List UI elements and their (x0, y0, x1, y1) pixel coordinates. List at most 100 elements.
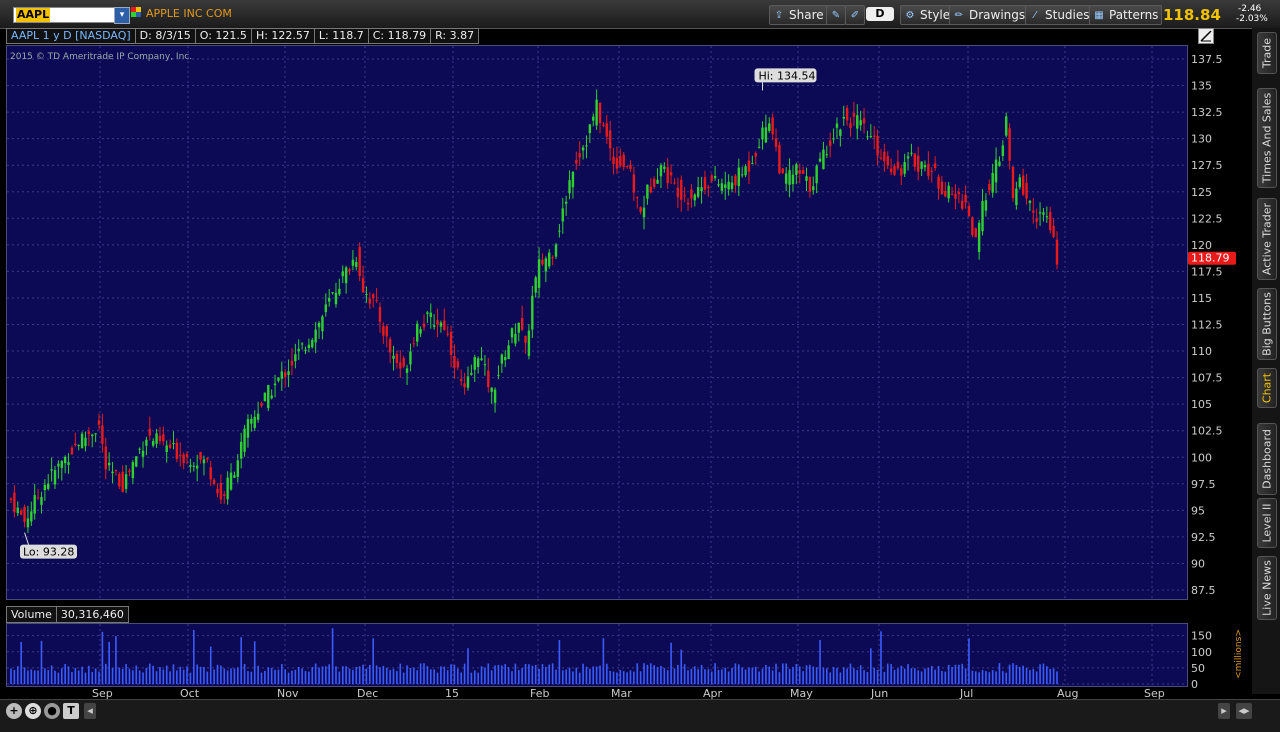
tab-times-and-sales[interactable]: Times And Sales (1257, 88, 1277, 188)
volume-bar (731, 668, 733, 684)
volume-bar (148, 663, 151, 684)
volume-bar (866, 672, 869, 684)
candle-body (283, 372, 287, 377)
candle-body (16, 507, 19, 514)
volume-bar (399, 663, 402, 684)
candle-body (419, 329, 422, 334)
volume-bar (886, 663, 889, 684)
candle-body (311, 339, 314, 348)
zoom-icon[interactable]: ⊕ (25, 703, 41, 719)
candle-body (707, 186, 710, 189)
volume-bar (792, 666, 794, 684)
scroll-right-icon[interactable]: ▸ (1218, 703, 1230, 719)
tab-trade[interactable]: Trade (1257, 32, 1277, 74)
volume-bar (487, 663, 490, 684)
candle-body (514, 333, 517, 344)
volume-bar (1025, 667, 1028, 684)
candle-body (798, 170, 801, 174)
tab-active-trader[interactable]: Active Trader (1257, 198, 1277, 280)
volume-bar (345, 666, 347, 684)
candle-body (97, 420, 101, 425)
volume-bar (209, 646, 212, 684)
volume-bar (101, 631, 104, 684)
volume-bar (419, 663, 422, 684)
volume-bar (903, 668, 906, 684)
candle-body (422, 323, 426, 328)
volume-bar (230, 668, 232, 684)
volume-bar (335, 666, 337, 684)
candle-body (375, 299, 378, 301)
candle-body (212, 479, 216, 484)
current-price-tag: 118.79 (1191, 252, 1230, 265)
volume-bar (991, 670, 994, 684)
tab-live-news[interactable]: Live News (1257, 556, 1277, 620)
candle-body (517, 322, 520, 333)
tab-dashboard[interactable]: Dashboard (1257, 423, 1277, 495)
volume-bar (599, 665, 601, 684)
candle-body (693, 194, 696, 201)
tab-big-buttons[interactable]: Big Buttons (1257, 288, 1277, 360)
price-tick-label: 125 (1191, 186, 1212, 199)
tab-label: Dashboard (1260, 429, 1274, 489)
volume-bar (555, 669, 557, 684)
expand-icon[interactable]: ◂▸ (1236, 703, 1252, 719)
volume-bar (900, 665, 903, 684)
candle-body (703, 177, 707, 190)
candle-body (683, 195, 686, 197)
price-chart: 137.5 135 132.5 130 127.5 125 122.5 120 117.5 115… (7, 46, 1236, 700)
candle-body (111, 471, 114, 474)
candle-body (862, 118, 866, 124)
candle-body (537, 259, 541, 288)
candle-body (771, 117, 774, 135)
scroll-left-icon[interactable]: ◂ (84, 703, 96, 719)
candle-body (1049, 212, 1052, 231)
volume-bar (670, 642, 672, 684)
volume-bar (561, 670, 564, 684)
volume-bar (974, 671, 977, 684)
tab-chart[interactable]: Chart (1257, 368, 1277, 408)
volume-bar (802, 671, 804, 684)
tab-level-ii[interactable]: Level II (1257, 498, 1277, 548)
candle-body (287, 371, 290, 376)
volume-bar (382, 665, 385, 684)
candle-body (541, 259, 544, 265)
side-tabs: Trade Times And Sales Active Trader Big … (1252, 28, 1280, 694)
candle-body (896, 161, 900, 169)
candle-body (307, 344, 311, 349)
candle-body (331, 292, 334, 294)
sphere-icon[interactable]: ● (44, 703, 60, 719)
candle-body (131, 462, 135, 479)
candle-body (202, 459, 206, 464)
price-tick-label: 100 (1191, 451, 1212, 464)
candle-body (91, 434, 94, 437)
candle-body (805, 176, 808, 181)
volume-bar (883, 671, 886, 684)
volume-bar (944, 671, 947, 684)
volume-bar (23, 667, 26, 684)
volume-bar (924, 668, 926, 684)
volume-bar (1002, 671, 1004, 684)
candle-body (957, 191, 961, 195)
volume-bar (321, 666, 324, 684)
candle-body (294, 354, 297, 362)
candle-body (531, 295, 534, 330)
volume-bar (782, 663, 784, 684)
candle-body (392, 355, 395, 359)
candle-body (889, 168, 893, 173)
text-tool-icon[interactable]: T (63, 703, 79, 719)
volume-bar (592, 666, 595, 684)
candle-body (548, 252, 551, 267)
candle-body (605, 123, 608, 137)
candle-body (121, 471, 124, 492)
volume-bar (33, 670, 36, 684)
volume-bar (91, 671, 94, 684)
candle-body (615, 157, 619, 169)
crosshair-icon[interactable]: + (6, 703, 22, 719)
candle-body (761, 127, 764, 140)
price-tick-label: 105 (1191, 398, 1212, 411)
price-tick-label: 137.5 (1191, 53, 1223, 66)
price-tick-label: 115 (1191, 292, 1212, 305)
candle-body (453, 355, 456, 368)
candle-body (277, 377, 280, 381)
candle-body (355, 261, 358, 267)
